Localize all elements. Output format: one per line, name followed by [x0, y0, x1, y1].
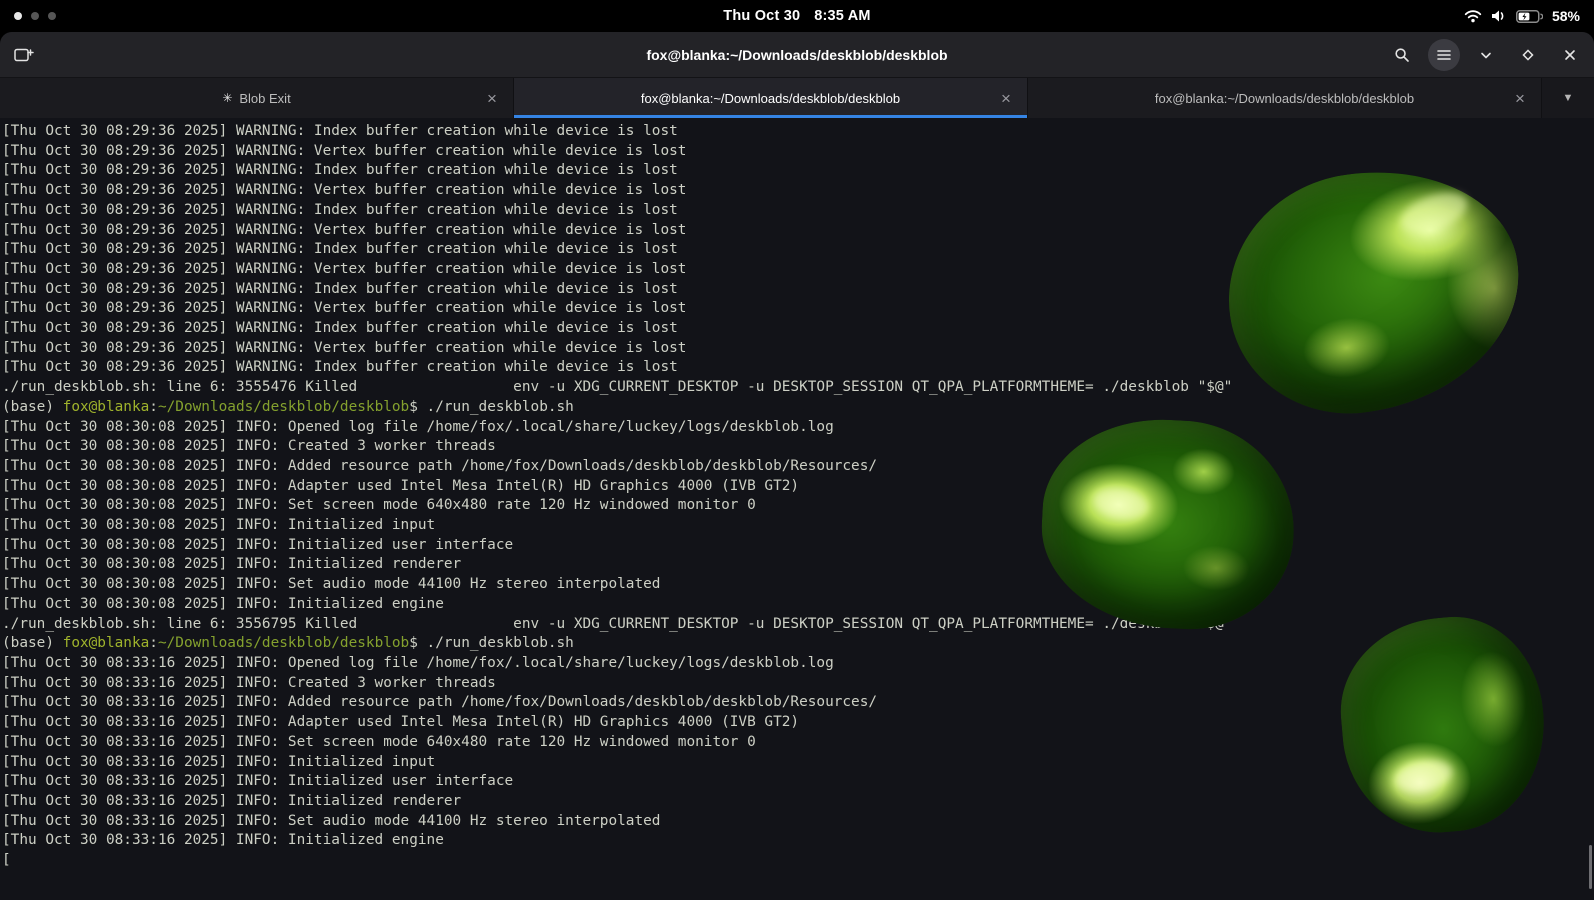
tab-close-button[interactable]: × — [481, 87, 503, 109]
tab-close-button[interactable]: × — [1509, 87, 1531, 109]
tab-label: fox@blanka:~/Downloads/deskblob/deskblob — [1155, 91, 1414, 106]
search-icon — [1394, 47, 1410, 63]
terminal-line: [Thu Oct 30 08:30:08 2025] INFO: Initial… — [2, 595, 1594, 615]
time-label: 8:35 AM — [814, 8, 870, 24]
tab-activity-icon: ✳ — [222, 91, 232, 105]
tab-close-button[interactable]: × — [995, 87, 1017, 109]
hamburger-menu-icon — [1436, 48, 1452, 62]
blob-highlight — [1091, 483, 1152, 523]
minimize-button[interactable] — [1470, 39, 1502, 71]
date-label: Thu Oct 30 — [723, 8, 800, 24]
terminal-line: [Thu Oct 30 08:33:16 2025] INFO: Set aud… — [2, 812, 1594, 832]
terminal-scrollbar[interactable] — [1589, 845, 1592, 889]
minimize-icon — [1478, 47, 1494, 63]
terminal-line: ./run_deskblob.sh: line 6: 3556795 Kille… — [2, 615, 1594, 635]
terminal-line: [Thu Oct 30 08:30:08 2025] INFO: Opened … — [2, 418, 1594, 438]
tab-blob-exit[interactable]: ✳ Blob Exit × — [0, 78, 514, 118]
terminal-line: [Thu Oct 30 08:33:16 2025] INFO: Initial… — [2, 831, 1594, 851]
maximize-icon — [1520, 47, 1536, 63]
window-title: fox@blanka:~/Downloads/deskblob/deskblob — [0, 47, 1594, 63]
system-top-bar: Thu Oct 308:35 AM 58% — [0, 0, 1594, 32]
terminal-line: [Thu Oct 30 08:29:36 2025] WARNING: Inde… — [2, 122, 1594, 142]
blob-highlight — [1395, 185, 1472, 241]
titlebar[interactable]: fox@blanka:~/Downloads/deskblob/deskblob — [0, 32, 1594, 78]
terminal-line: [Thu Oct 30 08:30:08 2025] INFO: Initial… — [2, 555, 1594, 575]
terminal-line: [Thu Oct 30 08:30:08 2025] INFO: Adapter… — [2, 477, 1594, 497]
tabs-overflow-button[interactable]: ▼ — [1542, 78, 1594, 118]
tab-deskblob-2[interactable]: fox@blanka:~/Downloads/deskblob/deskblob… — [1028, 78, 1542, 118]
new-tab-button[interactable] — [8, 39, 40, 71]
tab-bar: ✳ Blob Exit × fox@blanka:~/Downloads/des… — [0, 78, 1594, 118]
tab-deskblob-active[interactable]: fox@blanka:~/Downloads/deskblob/deskblob… — [514, 78, 1028, 118]
terminal-line: (base) fox@blanka:~/Downloads/deskblob/d… — [2, 634, 1594, 654]
clock-menu[interactable]: Thu Oct 30 8:35 AM — [0, 8, 1594, 24]
maximize-button[interactable] — [1512, 39, 1544, 71]
new-terminal-icon — [14, 47, 34, 63]
terminal-line: [Thu Oct 30 08:30:08 2025] INFO: Set aud… — [2, 575, 1594, 595]
terminal-line: [ — [2, 851, 1594, 871]
terminal-line: [Thu Oct 30 08:29:36 2025] WARNING: Vert… — [2, 142, 1594, 162]
terminal-line: [Thu Oct 30 08:30:08 2025] INFO: Initial… — [2, 516, 1594, 536]
terminal-line: [Thu Oct 30 08:30:08 2025] INFO: Set scr… — [2, 496, 1594, 516]
terminal-window: fox@blanka:~/Downloads/deskblob/deskblob — [0, 32, 1594, 900]
search-button[interactable] — [1386, 39, 1418, 71]
tab-label: fox@blanka:~/Downloads/deskblob/deskblob — [641, 91, 900, 106]
chevron-down-icon: ▼ — [1563, 92, 1574, 104]
terminal-line: [Thu Oct 30 08:30:08 2025] INFO: Initial… — [2, 536, 1594, 556]
blob-highlight — [1393, 756, 1456, 797]
terminal[interactable]: [Thu Oct 30 08:29:36 2025] WARNING: Inde… — [0, 118, 1594, 899]
tab-label: Blob Exit — [239, 91, 290, 106]
terminal-line: [Thu Oct 30 08:30:08 2025] INFO: Created… — [2, 437, 1594, 457]
main-menu-button[interactable] — [1428, 39, 1460, 71]
terminal-line: [Thu Oct 30 08:33:16 2025] INFO: Initial… — [2, 792, 1594, 812]
terminal-line: [Thu Oct 30 08:30:08 2025] INFO: Added r… — [2, 457, 1594, 477]
close-icon — [1562, 47, 1578, 63]
close-button[interactable] — [1554, 39, 1586, 71]
